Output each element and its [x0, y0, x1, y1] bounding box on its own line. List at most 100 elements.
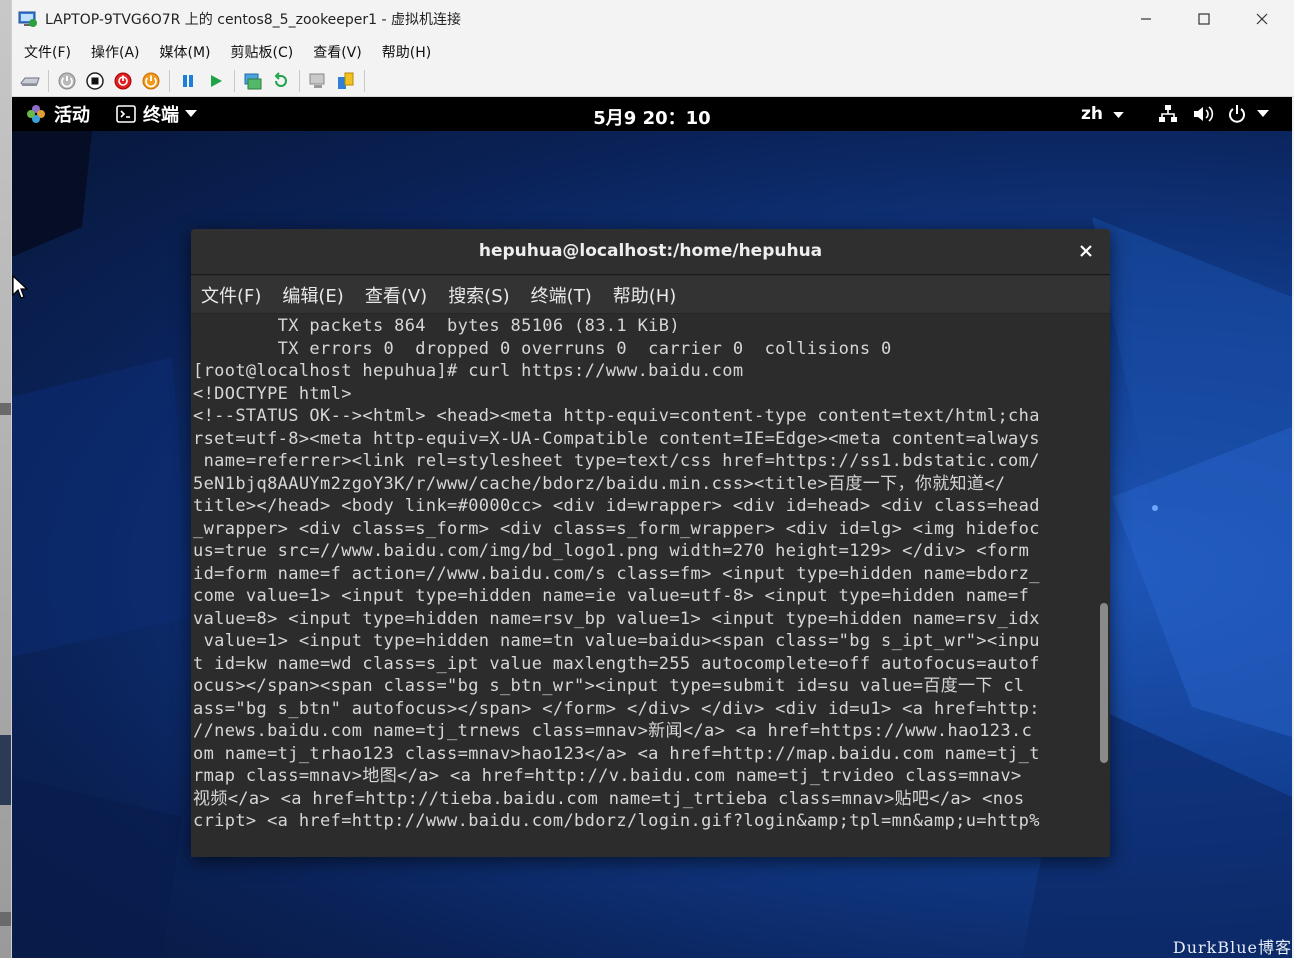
terminal-line: title></head> <body link=#0000cc> <div i… — [193, 496, 1040, 516]
activities-icon — [27, 105, 45, 123]
terminal-line: ass="bg s_btn" autofocus></span> </form>… — [193, 698, 1040, 719]
terminal-headerbar[interactable]: hepuhua@localhost:/home/hepuhua — [191, 229, 1110, 275]
terminal-close-button[interactable] — [1076, 241, 1096, 261]
window-title: LAPTOP-9TVG6O7R 上的 centos8_5_zookeeper1 … — [45, 12, 462, 28]
terminal-line: //news.baidu.com name=tj_trnews class=mn… — [193, 721, 1033, 741]
terminal-menubar: 文件(F) 编辑(E) 查看(V) 搜索(S) 终端(T) 帮助(H) — [191, 276, 1110, 314]
terminal-line: _wrapper> <div class=s_form> <div class=… — [193, 518, 1040, 539]
gnome-topbar: 活动 终端 5月9 20：10 zh — [12, 97, 1292, 131]
input-language-menu[interactable]: zh — [1081, 104, 1124, 124]
terminal-menu-help[interactable]: 帮助(H) — [613, 282, 677, 308]
terminal-line: us=true src=//www.baidu.com/img/bd_logo1… — [193, 541, 1030, 561]
maximize-icon — [1198, 13, 1210, 25]
chevron-down-icon — [1113, 112, 1124, 119]
turn-off-icon — [86, 72, 104, 90]
vm-connection-icon — [18, 11, 37, 27]
menu-view[interactable]: 查看(V) — [313, 42, 362, 62]
maximize-button[interactable] — [1175, 0, 1233, 38]
menu-media[interactable]: 媒体(M) — [160, 42, 211, 62]
power-icon — [142, 72, 160, 90]
menu-clipboard[interactable]: 剪贴板(C) — [231, 42, 294, 62]
minimize-icon — [1141, 18, 1151, 20]
terminal-menu-edit[interactable]: 编辑(E) — [282, 282, 343, 308]
menu-action[interactable]: 操作(A) — [91, 42, 140, 62]
terminal-line: ocus></span><span class="bg s_btn_wr"><i… — [193, 676, 1025, 696]
pause-icon — [183, 75, 193, 87]
pause-button[interactable] — [174, 68, 202, 94]
terminal-app-menu[interactable]: 终端 — [116, 97, 197, 131]
share-button[interactable] — [332, 68, 360, 94]
terminal-line: rset=utf-8><meta http-equiv=X-UA-Compati… — [193, 428, 1040, 449]
terminal-line: name=referrer><link rel=stylesheet type=… — [193, 451, 1040, 471]
terminal-line: <!DOCTYPE html> — [193, 383, 352, 404]
terminal-line: come value=1> <input type=hidden name=ie… — [193, 586, 1030, 606]
chevron-down-icon — [1257, 110, 1269, 117]
ctrl-alt-del-icon — [20, 77, 40, 86]
start-button[interactable] — [53, 68, 81, 94]
terminal-line: <!--STATUS OK--><html> <head><meta http-… — [193, 406, 1040, 426]
minimize-button[interactable] — [1117, 0, 1175, 38]
revert-icon — [274, 72, 287, 87]
terminal-output[interactable]: TX packets 864 bytes 85106 (83.1 KiB) TX… — [191, 315, 1098, 857]
terminal-line: id=form name=f action=//www.baidu.com/s … — [193, 563, 1040, 584]
close-button[interactable] — [1233, 0, 1291, 38]
enhanced-session-button[interactable] — [304, 68, 332, 94]
ctrl-alt-del-button[interactable] — [16, 68, 44, 94]
input-language-label: zh — [1081, 104, 1103, 124]
terminal-line: om name=tj_trhao123 class=mnav>hao123</a… — [193, 743, 1040, 764]
activities-button[interactable]: 活动 — [26, 97, 90, 131]
background-window-edge — [0, 0, 11, 958]
terminal-line: TX packets 864 bytes 85106 (83.1 KiB) — [193, 316, 680, 336]
terminal-menu-view[interactable]: 查看(V) — [365, 282, 427, 308]
host-menubar: 文件(F) 操作(A) 媒体(M) 剪贴板(C) 查看(V) 帮助(H) — [12, 38, 1294, 66]
terminal-line: t id=kw name=wd class=s_ipt value maxlen… — [193, 653, 1040, 674]
terminal-line: 5eN1bjq8AAUYm2zgoY3K/r/www/cache/bdorz/b… — [193, 473, 1006, 494]
guest-desktop: 活动 终端 5月9 20：10 zh hepuhua@localhost:/ho… — [12, 97, 1292, 958]
start-icon — [58, 72, 76, 90]
terminal-line: value=8> <input type=hidden name=rsv_bp … — [193, 608, 1040, 629]
terminal-scrollbar[interactable] — [1100, 315, 1108, 857]
power-icon — [1229, 105, 1245, 123]
terminal-line: value=1> <input type=hidden name=tn valu… — [193, 631, 1040, 651]
volume-icon — [1194, 106, 1214, 122]
power-button[interactable] — [137, 68, 165, 94]
terminal-title: hepuhua@localhost:/home/hepuhua — [478, 241, 823, 261]
network-status[interactable] — [1155, 97, 1181, 131]
revert-button[interactable] — [267, 68, 295, 94]
vm-connection-window: LAPTOP-9TVG6O7R 上的 centos8_5_zookeeper1 … — [11, 0, 1294, 958]
shutdown-button[interactable] — [109, 68, 137, 94]
watermark: DurkBlue博客 — [1172, 938, 1292, 957]
system-menu[interactable] — [1225, 97, 1271, 131]
checkpoint-icon — [244, 73, 262, 90]
terminal-menu-terminal[interactable]: 终端(T) — [531, 282, 592, 308]
network-icon — [1159, 105, 1177, 122]
mouse-pointer-icon — [12, 275, 28, 299]
terminal-app-label: 终端 — [143, 105, 179, 126]
share-icon — [338, 72, 354, 89]
resume-icon — [211, 75, 222, 87]
menu-help[interactable]: 帮助(H) — [382, 42, 431, 62]
host-titlebar: LAPTOP-9TVG6O7R 上的 centos8_5_zookeeper1 … — [12, 0, 1294, 38]
close-icon — [1080, 245, 1092, 257]
scrollbar-thumb[interactable] — [1100, 603, 1108, 763]
terminal-menu-file[interactable]: 文件(F) — [201, 282, 261, 308]
chevron-down-icon — [185, 110, 197, 117]
shutdown-icon — [114, 72, 132, 90]
close-icon — [1256, 13, 1268, 25]
terminal-line: TX errors 0 dropped 0 overruns 0 carrier… — [193, 338, 892, 359]
enhanced-session-icon — [309, 73, 325, 88]
terminal-line: cript> <a href=http://www.baidu.com/bdor… — [193, 811, 1040, 831]
terminal-menu-search[interactable]: 搜索(S) — [448, 282, 509, 308]
resume-button[interactable] — [202, 68, 230, 94]
activities-label: 活动 — [54, 105, 90, 126]
volume-status[interactable] — [1190, 97, 1216, 131]
menu-file[interactable]: 文件(F) — [24, 42, 71, 62]
terminal-line: rmap class=mnav>地图</a> <a href=http://v.… — [193, 766, 1022, 786]
terminal-window: hepuhua@localhost:/home/hepuhua 文件(F) 编辑… — [191, 229, 1110, 857]
terminal-line: [root@localhost hepuhua]# curl https://w… — [193, 361, 744, 381]
checkpoint-button[interactable] — [239, 68, 267, 94]
terminal-line: 视频</a> <a href=http://tieba.baidu.com na… — [193, 788, 1025, 809]
terminal-icon — [116, 105, 136, 123]
host-toolbar — [12, 66, 1294, 97]
turn-off-button[interactable] — [81, 68, 109, 94]
